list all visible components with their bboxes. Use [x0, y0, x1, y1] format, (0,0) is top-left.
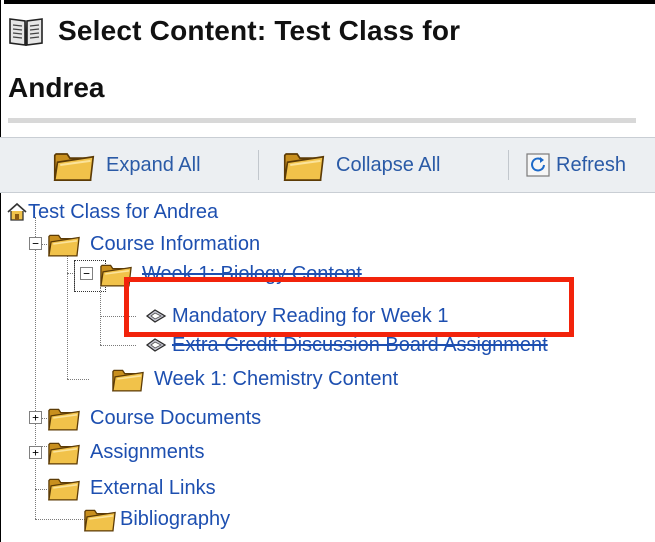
folder-icon [48, 234, 80, 257]
diamond-item-icon [146, 338, 166, 352]
tree-item-label: Assignments [90, 440, 205, 463]
diamond-item-icon [146, 309, 166, 323]
toolbar-divider [508, 150, 509, 180]
tree-item-label: Bibliography [120, 507, 231, 530]
tree-item-label: Course Information [90, 232, 261, 255]
tree-item-external-links[interactable]: External Links [46, 474, 216, 502]
title-divider [8, 118, 636, 123]
tree-item-label: Mandatory Reading for Week 1 [172, 304, 449, 327]
collapse-all-button[interactable]: Collapse All [282, 145, 441, 185]
refresh-button[interactable]: Refresh [526, 145, 626, 185]
tree-item-label: Week 1: Biology Content [142, 262, 362, 285]
collapse-toggle[interactable]: − [80, 267, 93, 280]
toolbar-divider [258, 150, 259, 180]
folder-icon [53, 152, 95, 182]
folder-icon [84, 509, 116, 532]
page-title-line-2: Andrea [8, 72, 105, 103]
tree-item-course-information[interactable]: Course Information [46, 230, 260, 258]
tree-connector [67, 251, 68, 379]
refresh-icon [526, 153, 550, 177]
tree-root-label: Test Class for Andrea [28, 200, 219, 223]
top-border [4, 0, 655, 4]
tree-item-week1-chemistry[interactable]: Week 1: Chemistry Content [110, 365, 398, 393]
open-book-icon [8, 13, 44, 49]
expand-all-label: Expand All [106, 153, 201, 176]
tree-root-node[interactable]: Test Class for Andrea [6, 198, 218, 226]
folder-icon [100, 264, 132, 287]
tree-item-label: Extra Credit Discussion Board Assignment [172, 333, 548, 356]
folder-icon [48, 442, 80, 465]
folder-icon [48, 478, 80, 501]
tree-connector [100, 345, 136, 346]
tree-connector [100, 316, 136, 317]
tree-item-week1-biology[interactable]: Week 1: Biology Content [98, 260, 362, 288]
expand-all-button[interactable]: Expand All [52, 145, 201, 185]
toolbar: Expand All Collapse All Refresh [0, 137, 655, 193]
tree-item-extra-credit[interactable]: Extra Credit Discussion Board Assignment [144, 331, 655, 359]
page-header: Select Content: Test Class for Andrea [8, 6, 648, 103]
tree-connector [35, 217, 36, 519]
tree-item-label: Week 1: Chemistry Content [154, 367, 399, 390]
tree-item-assignments[interactable]: Assignments [46, 438, 205, 466]
expand-toggle[interactable]: + [29, 411, 42, 424]
content-tree: Test Class for Andrea − Course Informati… [0, 191, 655, 542]
tree-item-label: External Links [90, 476, 216, 499]
folder-icon [112, 369, 144, 392]
folder-icon [283, 152, 325, 182]
tree-connector [67, 379, 89, 380]
collapse-all-label: Collapse All [336, 153, 441, 176]
tree-item-mandatory-reading[interactable]: Mandatory Reading for Week 1 [144, 302, 448, 330]
expand-toggle[interactable]: + [29, 446, 42, 459]
folder-icon [48, 408, 80, 431]
tree-item-course-documents[interactable]: Course Documents [46, 404, 261, 432]
page-title-line-1: Select Content: Test Class for [58, 15, 461, 46]
refresh-label: Refresh [556, 153, 627, 176]
home-icon [7, 202, 27, 221]
tree-item-bibliography[interactable]: Bibliography [82, 505, 230, 533]
tree-connector [35, 519, 87, 520]
tree-item-label: Course Documents [90, 406, 262, 429]
collapse-toggle[interactable]: − [29, 237, 42, 250]
